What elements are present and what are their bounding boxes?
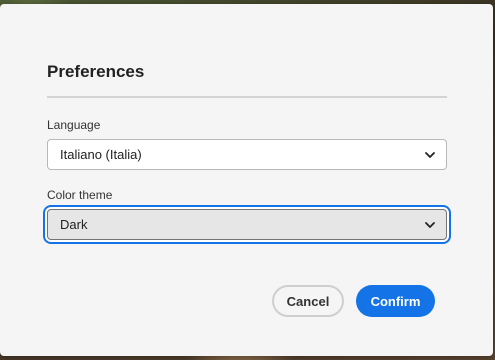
preferences-dialog: Preferences Language Italiano (Italia) C…	[0, 4, 493, 356]
chevron-down-icon	[424, 219, 436, 231]
language-select[interactable]: Italiano (Italia)	[47, 139, 447, 170]
cancel-button[interactable]: Cancel	[272, 285, 344, 317]
dialog-title: Preferences	[47, 62, 145, 81]
color-theme-select-value: Dark	[60, 217, 88, 232]
title-divider	[47, 96, 447, 98]
color-theme-label: Color theme	[47, 188, 113, 202]
language-label: Language	[47, 118, 101, 132]
chevron-down-icon	[424, 149, 436, 161]
color-theme-select[interactable]: Dark	[47, 209, 447, 240]
confirm-button[interactable]: Confirm	[356, 285, 435, 317]
language-select-value: Italiano (Italia)	[60, 147, 142, 162]
